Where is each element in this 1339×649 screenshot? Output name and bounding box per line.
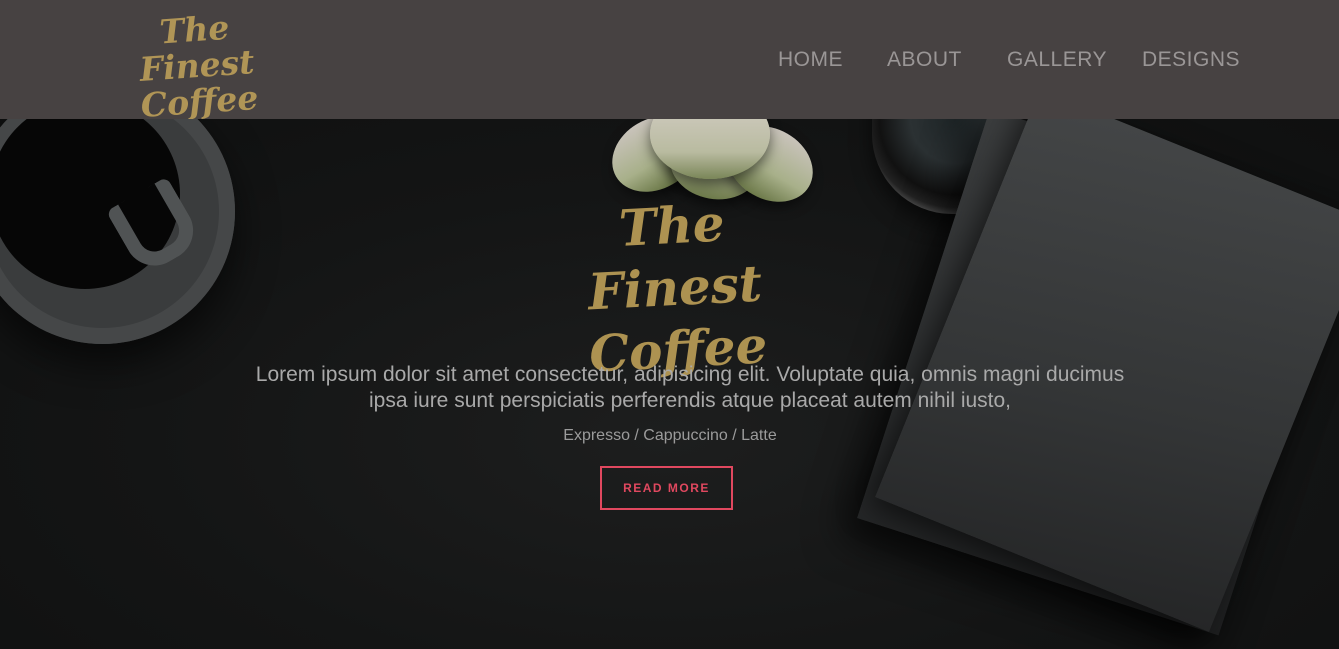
nav-item-about[interactable]: ABOUT xyxy=(887,48,962,72)
hero-description: Lorem ipsum dolor sit amet consectetur, … xyxy=(255,363,1125,412)
navbar: The Finest Coffee HOME ABOUT GALLERY DES… xyxy=(0,0,1339,125)
nav-item-home[interactable]: HOME xyxy=(778,48,843,72)
brand-logo[interactable]: The Finest Coffee xyxy=(108,6,285,126)
brand-logo-line1: The Finest xyxy=(138,7,256,89)
read-more-button[interactable]: READ MORE xyxy=(600,466,733,510)
hero-subtitle: Expresso / Cappuccino / Latte xyxy=(563,427,777,444)
nav-item-gallery[interactable]: GALLERY xyxy=(1007,48,1107,72)
hero-logo-line1: The Finest xyxy=(586,193,764,322)
hero-section: The Finest Coffee Lorem ipsum dolor sit … xyxy=(0,119,1339,649)
hero-logo: The Finest Coffee xyxy=(535,188,814,388)
coffee-mug-image xyxy=(0,119,235,344)
succulent-plant-image xyxy=(598,119,840,217)
nav-item-designs[interactable]: DESIGNS xyxy=(1142,48,1240,72)
